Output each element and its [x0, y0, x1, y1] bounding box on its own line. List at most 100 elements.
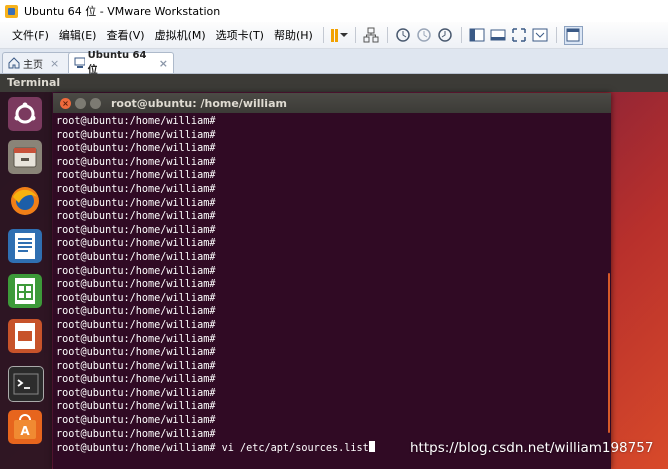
launcher-impress[interactable]	[8, 319, 42, 353]
terminal-titlebar: × root@ubuntu: /home/william	[53, 93, 611, 113]
home-icon	[8, 57, 20, 69]
revert-icon	[417, 28, 432, 42]
unity-launcher: A	[0, 92, 52, 469]
svg-text:A: A	[20, 424, 30, 438]
vm-icon	[74, 57, 85, 68]
launcher-calc[interactable]	[8, 274, 42, 308]
launcher-firefox[interactable]	[8, 184, 42, 218]
snapshot-manager-button[interactable]	[437, 27, 454, 44]
terminal-line: root@ubuntu:/home/william#	[56, 197, 216, 209]
menu-tabs[interactable]: 选项卡(T)	[211, 27, 269, 43]
terminal-line: root@ubuntu:/home/william#	[56, 129, 216, 141]
view-console-button[interactable]	[469, 27, 486, 44]
pause-button[interactable]	[330, 27, 348, 44]
terminal-line: root@ubuntu:/home/william#	[56, 170, 216, 182]
library-button[interactable]	[563, 25, 583, 45]
scrollbar[interactable]	[608, 273, 610, 433]
launcher-files[interactable]	[8, 140, 42, 174]
files-icon	[13, 147, 37, 168]
terminal-line: root@ubuntu:/home/william#	[56, 415, 216, 427]
writer-icon	[15, 233, 35, 259]
tab-ubuntu-label: Ubuntu 64 位	[87, 50, 147, 76]
toolbar-divider	[460, 27, 462, 43]
launcher-software[interactable]: A	[8, 410, 42, 444]
console-view-icon	[469, 28, 485, 42]
menu-view[interactable]: 查看(V)	[101, 27, 149, 43]
library-icon	[566, 28, 580, 42]
terminal-line: root@ubuntu:/home/william#	[56, 374, 216, 386]
terminal-line: root@ubuntu:/home/william#	[56, 333, 216, 345]
terminal-line: root@ubuntu:/home/william#	[56, 347, 216, 359]
terminal-icon	[13, 373, 39, 395]
window-title: Ubuntu 64 位 - VMware Workstation	[24, 5, 221, 18]
terminal-line: root@ubuntu:/home/william#	[56, 292, 216, 304]
stretch-icon	[512, 28, 527, 42]
terminal-window[interactable]: × root@ubuntu: /home/william root@ubuntu…	[53, 93, 611, 469]
vm-display[interactable]: Terminal A × root@ubuntu: /home/william …	[0, 74, 668, 469]
tab-bar: 主页 × Ubuntu 64 位 ×	[0, 49, 668, 76]
terminal-title: root@ubuntu: /home/william	[111, 96, 287, 110]
close-button[interactable]: ×	[60, 97, 71, 109]
network-icon	[363, 27, 379, 43]
impress-icon	[15, 323, 35, 349]
tab-home[interactable]: 主页 ×	[2, 52, 76, 73]
autofit-button[interactable]	[532, 27, 549, 44]
terminal-line: root@ubuntu:/home/william#	[56, 360, 216, 372]
launcher-writer[interactable]	[8, 229, 42, 263]
terminal-output[interactable]: root@ubuntu:/home/william# root@ubuntu:/…	[56, 115, 606, 465]
firefox-icon	[11, 187, 39, 215]
maximize-button[interactable]	[90, 97, 101, 109]
terminal-line: root@ubuntu:/home/william#	[56, 319, 216, 331]
unity-top-panel: Terminal	[0, 74, 668, 92]
menubar: 文件(F) 编辑(E) 查看(V) 虚拟机(M) 选项卡(T) 帮助(H)	[0, 22, 668, 49]
terminal-line: root@ubuntu:/home/william#	[56, 143, 216, 155]
snapshot-button[interactable]	[395, 27, 412, 44]
terminal-line: root@ubuntu:/home/william#	[56, 156, 216, 168]
terminal-line: root@ubuntu:/home/william#	[56, 116, 216, 127]
menu-file[interactable]: 文件(F)	[7, 27, 54, 43]
active-app-name: Terminal	[7, 76, 61, 89]
tab-ubuntu[interactable]: Ubuntu 64 位 ×	[68, 50, 174, 76]
terminal-line: root@ubuntu:/home/william#	[56, 224, 216, 236]
terminal-line: root@ubuntu:/home/william#	[56, 265, 216, 277]
fullscreen-icon	[490, 29, 506, 41]
toolbar-divider	[555, 27, 557, 43]
text-cursor	[368, 441, 375, 453]
snapshot-manager-icon	[438, 28, 453, 42]
menu-vm[interactable]: 虚拟机(M)	[150, 27, 211, 43]
terminal-line: root@ubuntu:/home/william#	[56, 401, 216, 413]
terminal-line: root@ubuntu:/home/william#	[56, 183, 216, 195]
unity-mode-button[interactable]	[511, 27, 528, 44]
minimize-button[interactable]	[75, 97, 86, 109]
window-titlebar: Ubuntu 64 位 - VMware Workstation	[0, 0, 668, 22]
terminal-line: root@ubuntu:/home/william#	[56, 238, 216, 250]
software-center-icon: A	[14, 414, 36, 439]
toolbar-divider	[354, 27, 356, 43]
close-icon[interactable]: ×	[159, 57, 168, 70]
watermark: https://blog.csdn.net/william198757	[410, 440, 654, 456]
send-ctrl-alt-del-button[interactable]	[363, 27, 380, 44]
terminal-line: root@ubuntu:/home/william#	[56, 306, 216, 318]
ubuntu-dash-icon	[14, 102, 36, 124]
menu-edit[interactable]: 编辑(E)	[54, 27, 102, 43]
terminal-line: root@ubuntu:/home/william#	[56, 279, 216, 291]
pause-icon	[330, 28, 338, 42]
chevron-down-icon	[339, 33, 348, 37]
snapshot-icon	[396, 28, 411, 42]
terminal-line: root@ubuntu:/home/william#	[56, 387, 216, 399]
tab-home-label: 主页	[23, 59, 43, 71]
terminal-command: root@ubuntu:/home/william# vi /etc/apt/s…	[56, 443, 369, 455]
view-full-button[interactable]	[490, 27, 507, 44]
terminal-line: root@ubuntu:/home/william#	[56, 211, 216, 223]
launcher-terminal[interactable]	[8, 366, 44, 402]
toolbar-divider	[322, 27, 324, 43]
calc-icon	[15, 278, 35, 304]
close-icon[interactable]: ×	[50, 57, 59, 70]
launcher-dash[interactable]	[8, 97, 42, 131]
vmware-icon	[5, 4, 18, 18]
revert-snapshot-button[interactable]	[416, 27, 433, 44]
toolbar-divider	[386, 27, 388, 43]
menu-help[interactable]: 帮助(H)	[269, 27, 318, 43]
terminal-line: root@ubuntu:/home/william#	[56, 251, 216, 263]
autofit-icon	[532, 28, 548, 42]
